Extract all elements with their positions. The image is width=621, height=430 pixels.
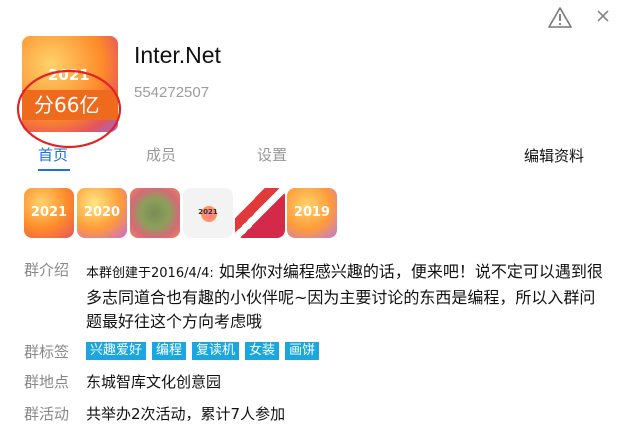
group-id: 554272507 (134, 84, 210, 101)
photo-thumbnail[interactable]: 2020 (77, 188, 127, 238)
location-value: 东城智库文化创意园 (86, 373, 222, 391)
photo-thumbnail[interactable] (235, 188, 285, 238)
active-tab-indicator (38, 169, 70, 171)
intro-label: 群介绍 (24, 261, 70, 279)
avatar-band-text: 分66亿 (22, 90, 118, 120)
edit-profile-button[interactable]: 编辑资料 (524, 145, 584, 166)
tag-item[interactable]: 编程 (152, 342, 187, 360)
tags-label: 群标签 (24, 343, 70, 361)
thumbnail-caption: 2020 (83, 205, 121, 220)
thumbnail-caption: 2021 (198, 208, 218, 216)
activity-value[interactable]: 共举办2次活动，累计7人参加 (86, 403, 285, 424)
intro-created-date: 本群创建于2016/4/4: (86, 266, 214, 281)
avatar-year: 2021 (48, 66, 90, 84)
group-intro: 本群创建于2016/4/4: 如果你对编程感兴趣的话，便来吧！说不定可以遇到很多… (86, 260, 606, 334)
group-avatar[interactable]: 2021 分66亿 (22, 36, 118, 132)
tag-item[interactable]: 女装 (245, 342, 280, 360)
photo-thumbnail[interactable]: 2019 (287, 188, 337, 238)
tab-members[interactable]: 成员 (146, 144, 176, 165)
tab-home[interactable]: 首页 (38, 144, 68, 165)
group-name: Inter.Net (134, 42, 221, 68)
thumbnail-caption: 2019 (293, 205, 331, 220)
activity-label: 群活动 (24, 405, 70, 423)
tag-item[interactable]: 画饼 (285, 342, 320, 360)
tag-list: 兴趣爱好 编程 复读机 女装 画饼 (86, 342, 320, 360)
tag-item[interactable]: 复读机 (192, 342, 240, 360)
photo-thumbnail[interactable]: 2021 (24, 188, 74, 238)
thumbnail-caption: 2021 (30, 205, 68, 220)
warning-icon[interactable] (548, 6, 572, 28)
tab-settings[interactable]: 设置 (257, 144, 287, 165)
tag-item[interactable]: 兴趣爱好 (86, 342, 147, 360)
close-icon[interactable] (596, 9, 610, 23)
photo-thumbnail[interactable] (130, 188, 180, 238)
location-label: 群地点 (24, 373, 70, 391)
photo-thumbnail[interactable]: 2021 (183, 188, 233, 238)
